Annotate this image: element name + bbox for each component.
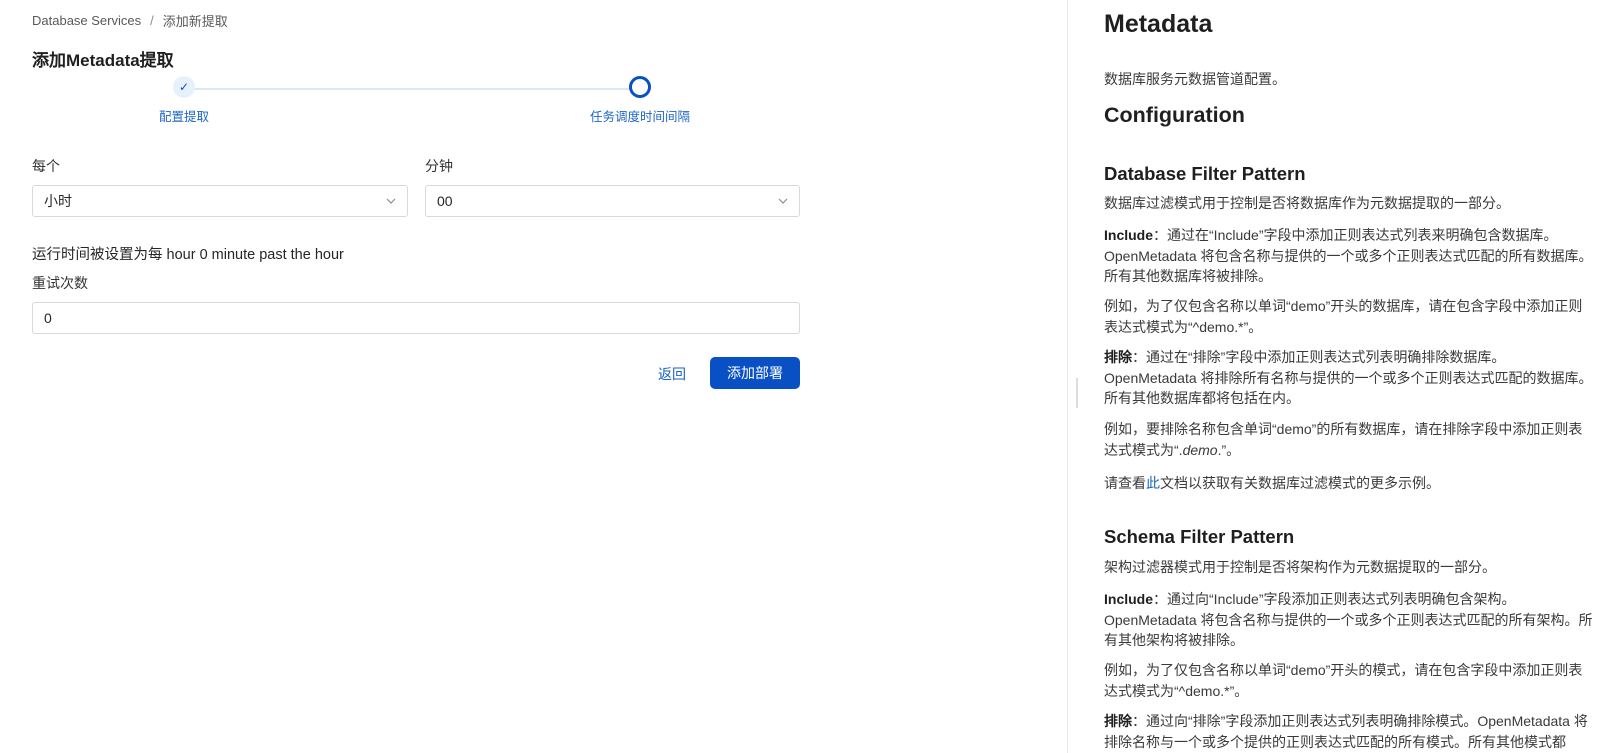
step-schedule-interval: 任务调度时间间隔: [570, 76, 710, 125]
run-schedule-description: 运行时间被设置为每 hour 0 minute past the hour: [32, 247, 344, 263]
step-done-indicator: ✓: [173, 76, 195, 98]
docs-config-heading: Configuration: [1104, 103, 1245, 127]
retries-input-value: 0: [44, 310, 52, 326]
every-select-value: 小时: [44, 193, 72, 209]
check-icon: ✓: [178, 80, 190, 94]
exclude-example-end: .”。: [1217, 441, 1241, 458]
back-button[interactable]: 返回: [650, 358, 694, 389]
panel-divider: [1067, 0, 1068, 753]
schema-filter-include-example: 例如，为了仅包含名称以单词“demo”开头的模式，请在包含字段中添加正则表达式模…: [1104, 662, 1583, 699]
breadcrumb-current: 添加新提取: [162, 14, 228, 29]
docs-panel: Metadata 数据库服务元数据管道配置。 Configuration Dat…: [1104, 0, 1596, 753]
ingestion-form-panel: Database Services / 添加新提取 添加Metadata提取 ✓…: [0, 0, 1067, 753]
page-title: 添加Metadata提取: [32, 51, 174, 70]
minute-select-value: 00: [437, 193, 453, 209]
db-filter-see-docs: 请查看此文档以获取有关数据库过滤模式的更多示例。: [1104, 473, 1596, 494]
schema-filter-heading: Schema Filter Pattern: [1104, 526, 1295, 547]
db-filter-exclude-example: 例如，要排除名称包含单词“demo”的所有数据库，请在排除字段中添加正则表达式模…: [1104, 419, 1596, 460]
add-deploy-button[interactable]: 添加部署: [710, 357, 800, 389]
resize-handle[interactable]: [1076, 378, 1078, 408]
docs-link[interactable]: 此: [1146, 475, 1160, 491]
step-label: 任务调度时间间隔: [589, 110, 690, 124]
exclude-example-em: demo: [1182, 441, 1218, 458]
breadcrumb-separator: /: [150, 13, 154, 28]
every-select[interactable]: 小时: [32, 185, 408, 217]
include-label: Include: [1104, 227, 1154, 243]
docs-intro: 数据库服务元数据管道配置。: [1104, 71, 1286, 87]
exclude-text: ：通过向“排除”字段添加正则表达式列表明确排除模式。OpenMetadata 将…: [1104, 713, 1588, 750]
docs-title: Metadata: [1104, 10, 1213, 38]
step-configure-ingestion: ✓ 配置提取: [114, 76, 254, 125]
include-text: ：通过在“Include”字段中添加正则表达式列表来明确包含数据库。OpenMe…: [1104, 227, 1593, 284]
see-docs-pre: 请查看: [1104, 475, 1146, 491]
include-label: Include: [1104, 591, 1154, 607]
exclude-example-text: 例如，要排除名称包含单词“demo”的所有数据库，请在排除字段中添加正则表达式模…: [1104, 421, 1583, 458]
db-filter-exclude: 排除：通过在“排除”字段中添加正则表达式列表明确排除数据库。OpenMetada…: [1104, 347, 1596, 409]
schema-filter-exclude: 排除：通过向“排除”字段添加正则表达式列表明确排除模式。OpenMetadata…: [1104, 711, 1596, 752]
exclude-label: 排除: [1104, 349, 1132, 365]
chevron-down-icon: [778, 198, 788, 204]
minute-select[interactable]: 00: [425, 185, 800, 217]
db-filter-include-example: 例如，为了仅包含名称以单词“demo”开头的数据库，请在包含字段中添加正则表达式…: [1104, 298, 1583, 335]
stepper: ✓ 配置提取 任务调度时间间隔: [32, 76, 800, 136]
schema-filter-include: Include：通过向“Include”字段添加正则表达式列表明确包含架构。Op…: [1104, 589, 1596, 651]
db-filter-heading: Database Filter Pattern: [1104, 163, 1306, 184]
step-active-indicator: [629, 76, 651, 98]
minute-label: 分钟: [425, 158, 453, 174]
see-docs-post: 文档以获取有关数据库过滤模式的更多示例。: [1160, 475, 1440, 491]
retries-label: 重试次数: [32, 275, 88, 291]
step-label: 配置提取: [158, 110, 209, 124]
retries-input[interactable]: 0: [32, 302, 800, 334]
db-filter-include: Include：通过在“Include”字段中添加正则表达式列表来明确包含数据库…: [1104, 225, 1596, 287]
db-filter-desc: 数据库过滤模式用于控制是否将数据库作为元数据提取的一部分。: [1104, 195, 1510, 211]
breadcrumb: Database Services / 添加新提取: [32, 11, 228, 30]
every-label: 每个: [32, 158, 60, 174]
schema-filter-desc: 架构过滤器模式用于控制是否将架构作为元数据提取的一部分。: [1104, 559, 1496, 575]
breadcrumb-database-services[interactable]: Database Services: [32, 13, 141, 28]
exclude-text: ：通过在“排除”字段中添加正则表达式列表明确排除数据库。OpenMetadata…: [1104, 349, 1593, 406]
include-text: ：通过向“Include”字段添加正则表达式列表明确包含架构。OpenMetad…: [1104, 591, 1593, 648]
chevron-down-icon: [386, 198, 396, 204]
exclude-label: 排除: [1104, 713, 1132, 729]
